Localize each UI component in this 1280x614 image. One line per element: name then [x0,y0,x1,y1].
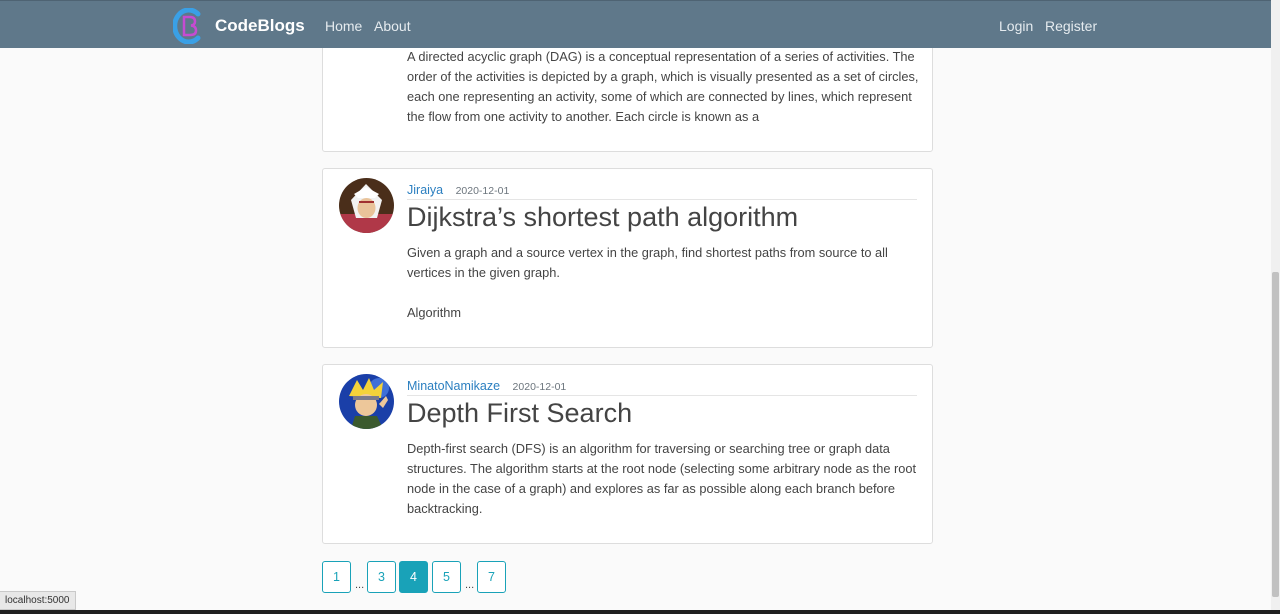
post-card: MinatoNamikaze 2020-12-01 Depth First Se… [322,364,933,544]
page-button[interactable]: 1 [322,561,351,593]
post-title-link[interactable]: Depth First Search [407,398,632,429]
status-url-tooltip: localhost:5000 [0,591,76,610]
post-meta: Jiraiya 2020-12-01 [407,181,917,200]
page-button[interactable]: 5 [432,561,461,593]
page-button-current[interactable]: 4 [399,561,428,593]
page: A directed acyclic graph (DAG) is a conc… [0,0,1280,614]
codeblogs-logo-icon [173,8,201,44]
vertical-scrollbar[interactable] [1271,0,1280,614]
post-card: Jiraiya 2020-12-01 Dijkstra’s shortest p… [322,168,933,348]
nav-home-link[interactable]: Home [325,18,362,34]
navbar: CodeBlogs Home About Login Register [0,0,1271,48]
nav-register-link[interactable]: Register [1045,18,1097,34]
scrollbar-thumb[interactable] [1272,272,1279,597]
brand-name: CodeBlogs [215,16,305,35]
post-content: Depth-first search (DFS) is an algorithm… [407,441,917,516]
pagination-ellipsis: ... [465,579,475,591]
post-content: A directed acyclic graph (DAG) is a conc… [407,49,919,124]
avatar[interactable] [339,178,394,233]
post-date: 2020-12-01 [455,185,510,197]
page-button[interactable]: 3 [367,561,396,593]
post-author-link[interactable]: MinatoNamikaze [407,379,500,393]
pagination-ellipsis: ... [355,579,365,591]
nav-about-link[interactable]: About [374,18,411,34]
post-author-link[interactable]: Jiraiya [407,183,443,197]
post-meta: MinatoNamikaze 2020-12-01 [407,377,917,396]
nav-login-link[interactable]: Login [999,18,1033,34]
brand-link[interactable]: CodeBlogs [173,8,305,44]
post-content: Given a graph and a source vertex in the… [407,245,888,320]
post-title-link[interactable]: Dijkstra’s shortest path algorithm [407,202,798,233]
post-date: 2020-12-01 [512,381,567,393]
page-button[interactable]: 7 [477,561,506,593]
avatar[interactable] [339,374,394,429]
window-bottom-edge [0,610,1280,614]
